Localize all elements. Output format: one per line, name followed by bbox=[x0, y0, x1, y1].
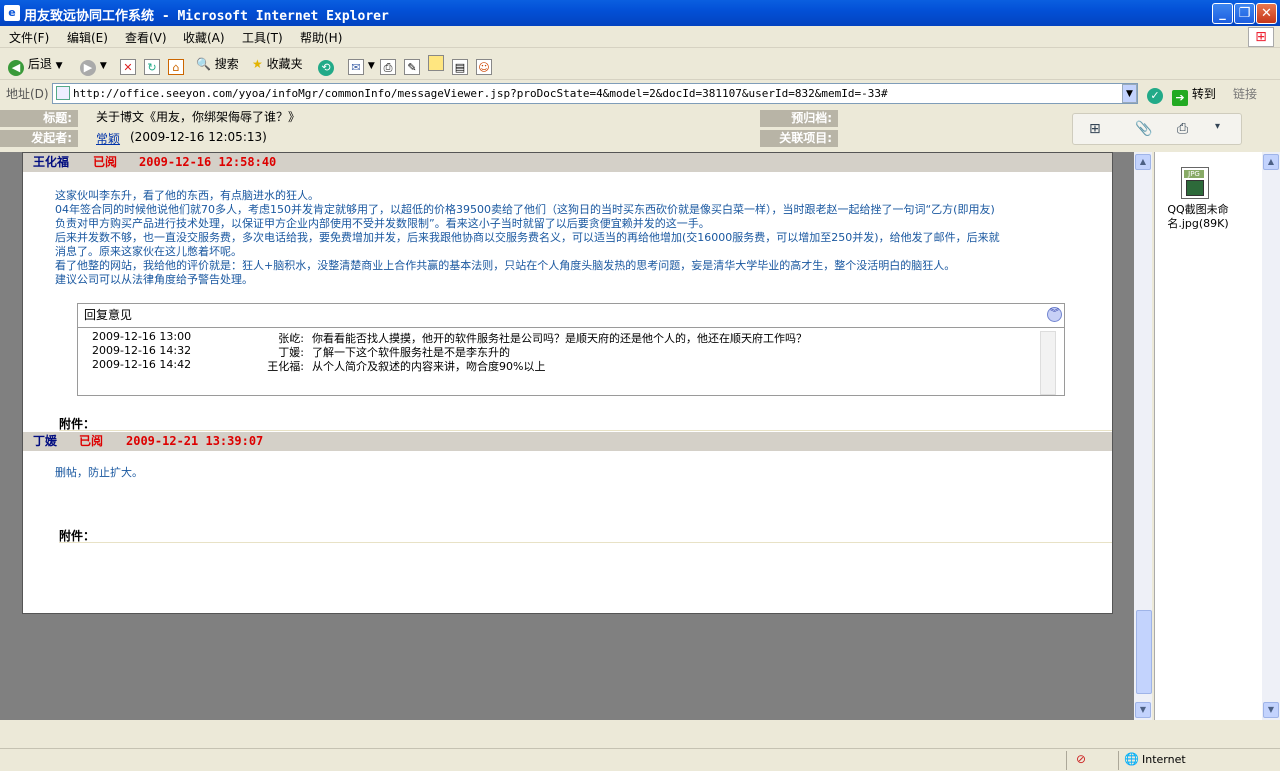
research-button[interactable]: ▤ bbox=[452, 54, 468, 75]
initiator-label: 发起者: bbox=[0, 130, 78, 147]
mail-icon: ✉ bbox=[348, 59, 364, 75]
reply-list: 王化福 已阅 2009-12-16 12:58:40 这家伙叫李东升，看了他的东… bbox=[22, 152, 1113, 614]
home-icon: ⌂ bbox=[168, 59, 184, 75]
address-dropdown-button[interactable]: ▼ bbox=[1122, 84, 1137, 103]
post-header: 王化福 已阅 2009-12-16 12:58:40 bbox=[23, 153, 1112, 172]
messenger-icon: ☺ bbox=[476, 59, 492, 75]
attachment-label: 附件： bbox=[59, 415, 1112, 431]
history-button[interactable]: ⟲ bbox=[318, 54, 334, 76]
reply-author: 王化福: bbox=[267, 360, 304, 373]
forward-arrow-icon: ▶ bbox=[80, 60, 96, 76]
print-button[interactable]: ⎙ bbox=[380, 54, 396, 75]
post-body: 这家伙叫李东升，看了他的东西，有点脑进水的狂人。 04年签合同的时候他说他们就7… bbox=[55, 189, 1000, 286]
printer-icon: ⎙ bbox=[380, 59, 396, 75]
reply-scrollbar[interactable] bbox=[1040, 331, 1056, 395]
post-time: 2009-12-16 12:58:40 bbox=[139, 155, 277, 169]
status-bar: ⊘ 🌐 Internet bbox=[0, 748, 1280, 771]
stop-icon: ✕ bbox=[120, 59, 136, 75]
org-chart-icon[interactable]: ⊞ bbox=[1089, 121, 1101, 137]
printer-icon[interactable]: ⎙ bbox=[1177, 121, 1188, 137]
post-status: 已阅 bbox=[93, 155, 118, 169]
attachment-label: 附件： bbox=[59, 527, 1112, 543]
refresh-button[interactable]: ↻ bbox=[144, 54, 160, 75]
refresh-icon: ↻ bbox=[144, 59, 160, 75]
action-panel: ⊞ 📎 ⎙ ▾ bbox=[1072, 113, 1242, 145]
internet-zone-icon: 🌐 bbox=[1124, 752, 1139, 766]
post-author: 王化福 bbox=[33, 155, 70, 169]
messenger-button[interactable]: ☺ bbox=[476, 54, 492, 75]
related-project-label: 关联项目: bbox=[760, 130, 838, 147]
home-button[interactable]: ⌂ bbox=[168, 54, 184, 75]
window-title: 用友致远协同工作系统 - Microsoft Internet Explorer bbox=[24, 9, 389, 24]
maximize-button[interactable]: ❐ bbox=[1234, 3, 1255, 24]
popup-blocked-icon[interactable]: ⊘ bbox=[1076, 752, 1086, 766]
reply-time: 2009-12-16 14:42 bbox=[92, 358, 192, 371]
initiated-time: (2009-12-16 12:05:13) bbox=[130, 130, 267, 144]
edit-icon: ✎ bbox=[404, 59, 420, 75]
subject-text: 关于博文《用友，你绑架侮辱了谁？》 bbox=[96, 110, 301, 124]
address-label: 地址(D) bbox=[6, 87, 49, 101]
shield-icon: ✓ bbox=[1147, 85, 1163, 104]
search-button[interactable]: 🔍 搜索 bbox=[196, 54, 239, 74]
page-icon bbox=[56, 86, 70, 100]
links-label[interactable]: 链接 bbox=[1233, 85, 1257, 102]
address-bar: 地址(D) http://office.seeyon.com/yyoa/info… bbox=[0, 81, 1280, 106]
research-icon: ▤ bbox=[452, 59, 468, 75]
scroll-thumb[interactable] bbox=[1136, 610, 1152, 694]
edit-button[interactable]: ✎ bbox=[404, 54, 420, 75]
go-button[interactable]: ➔ 转到 bbox=[1172, 85, 1216, 106]
menu-view[interactable]: 查看(V) bbox=[125, 29, 167, 46]
menu-favorites[interactable]: 收藏(A) bbox=[183, 29, 225, 46]
windows-logo-icon: ⊞ bbox=[1248, 27, 1274, 47]
forward-button[interactable]: ▶ ▼ bbox=[80, 54, 107, 76]
menu-help[interactable]: 帮助(H) bbox=[300, 29, 342, 46]
minimize-button[interactable]: _ bbox=[1212, 3, 1233, 24]
post-time: 2009-12-21 13:39:07 bbox=[126, 434, 264, 448]
toolbar: ◀ 后退 ▼ ▶ ▼ ✕ ↻ ⌂ 🔍 搜索 ★ 收藏夹 ⟲ ✉ ▼ ⎙ ✎ ▤ … bbox=[0, 49, 1280, 80]
note-icon bbox=[428, 55, 444, 71]
reply-time: 2009-12-16 14:32 bbox=[92, 344, 192, 357]
ie-icon: e bbox=[4, 5, 20, 21]
subject-label: 标题: bbox=[0, 110, 78, 127]
scroll-up-button[interactable]: ▲ bbox=[1263, 154, 1279, 170]
attachment-filename[interactable]: QQ截图未命 名.jpg(89K) bbox=[1158, 203, 1238, 231]
more-dropdown-icon[interactable]: ▾ bbox=[1215, 121, 1220, 132]
reply-opinions-box: 回复意见 ︾ 2009-12-16 13:00 张屹: 你看看能否找人摸摸，他开… bbox=[77, 303, 1065, 396]
mail-button[interactable]: ✉ ▼ bbox=[348, 54, 375, 75]
collapse-icon[interactable]: ︾ bbox=[1047, 307, 1062, 322]
address-input[interactable]: http://office.seeyon.com/yyoa/infoMgr/co… bbox=[52, 83, 1138, 104]
discuss-button[interactable] bbox=[428, 54, 444, 74]
favorites-button[interactable]: ★ 收藏夹 bbox=[252, 54, 303, 74]
pre-archive-label: 预归档: bbox=[760, 110, 838, 127]
reply-opinions-title: 回复意见 bbox=[78, 304, 1064, 328]
close-button[interactable]: ✕ bbox=[1256, 3, 1277, 24]
scroll-up-button[interactable]: ▲ bbox=[1135, 154, 1151, 170]
initiator-link[interactable]: 常颖 bbox=[96, 130, 120, 147]
attachment-pane-scrollbar[interactable]: ▲ ▼ bbox=[1262, 152, 1280, 720]
scroll-down-button[interactable]: ▼ bbox=[1135, 702, 1151, 718]
attachment-icon[interactable]: 📎 bbox=[1135, 121, 1152, 137]
stop-button[interactable]: ✕ bbox=[120, 54, 136, 75]
menu-edit[interactable]: 编辑(E) bbox=[67, 29, 108, 46]
post-body: 删帖，防止扩大。 bbox=[55, 466, 143, 479]
menu-file[interactable]: 文件(F) bbox=[9, 29, 49, 46]
post-header: 丁媛 已阅 2009-12-21 13:39:07 bbox=[23, 432, 1112, 451]
go-arrow-icon: ➔ bbox=[1172, 90, 1188, 106]
back-arrow-icon: ◀ bbox=[8, 60, 24, 76]
history-icon: ⟲ bbox=[318, 60, 334, 76]
menu-bar: 文件(F) 编辑(E) 查看(V) 收藏(A) 工具(T) 帮助(H) bbox=[0, 26, 1280, 48]
reply-text: 从个人简介及叙述的内容来讲，吻合度90%以上 bbox=[312, 360, 546, 373]
menu-tools[interactable]: 工具(T) bbox=[242, 29, 283, 46]
scroll-down-button[interactable]: ▼ bbox=[1263, 702, 1279, 718]
post-status: 已阅 bbox=[79, 434, 104, 448]
search-icon: 🔍 bbox=[196, 57, 211, 71]
post-author: 丁媛 bbox=[33, 434, 58, 448]
jpg-file-icon[interactable]: JPG bbox=[1181, 167, 1209, 199]
title-bar: e 用友致远协同工作系统 - Microsoft Internet Explor… bbox=[0, 0, 1280, 26]
back-button[interactable]: ◀ 后退 ▼ bbox=[8, 54, 63, 76]
star-icon: ★ bbox=[252, 57, 263, 71]
reply-time: 2009-12-16 13:00 bbox=[92, 330, 192, 343]
zone-label: Internet bbox=[1142, 753, 1186, 766]
